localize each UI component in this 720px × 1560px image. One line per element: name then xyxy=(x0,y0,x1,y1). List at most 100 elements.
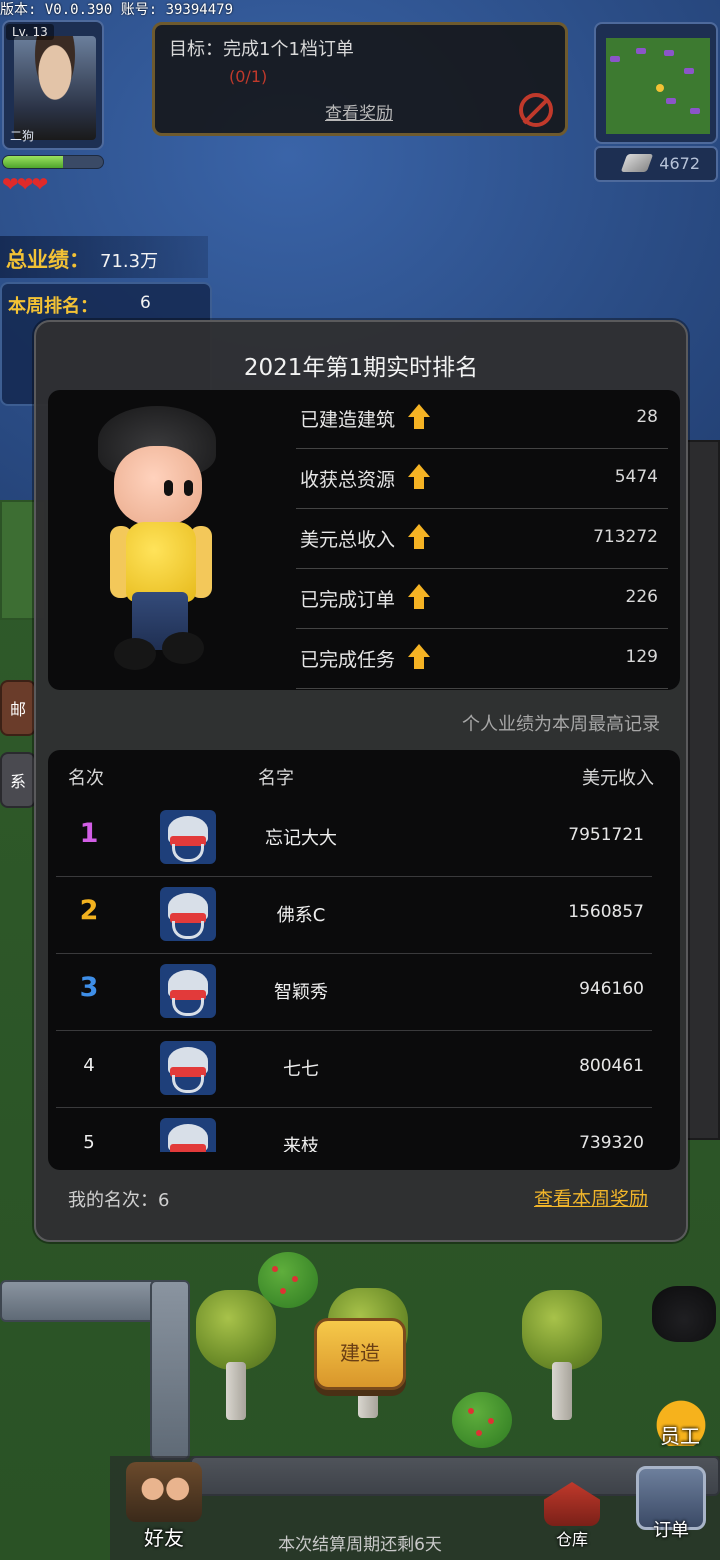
player-income: 1560857 xyxy=(568,902,644,922)
stat-value: 129 xyxy=(625,647,658,667)
column-header-rank: 名次 xyxy=(68,768,104,789)
build-button[interactable]: 建造 xyxy=(314,1318,406,1390)
character-head xyxy=(114,446,202,526)
ranking-modal: 2021年第1期实时排名 已建造建筑 28 收获总资源 5474 美元总收入 7… xyxy=(34,320,688,1242)
stat-row-income: 美元总收入 713272 xyxy=(296,510,668,569)
column-header-name: 名字 xyxy=(258,768,294,789)
minimap[interactable] xyxy=(594,22,718,144)
berry-bush xyxy=(258,1252,318,1308)
stat-value: 713272 xyxy=(593,527,658,547)
player-income: 739320 xyxy=(579,1133,644,1152)
warehouse-icon xyxy=(544,1482,600,1526)
currency-value: 4672 xyxy=(659,154,700,173)
system-button[interactable]: 系 xyxy=(0,752,36,808)
rank-number: 3 xyxy=(79,972,99,1003)
berry-bush xyxy=(452,1392,512,1448)
minimap-marker xyxy=(664,50,674,56)
week-rank-label: 本周排名： xyxy=(8,296,98,317)
player-marker-icon xyxy=(656,84,664,92)
table-row[interactable]: 3 智颖秀 946160 xyxy=(56,954,652,1031)
rank-number: 5 xyxy=(83,1132,95,1152)
minimap-marker xyxy=(690,108,700,114)
player-avatar[interactable]: Lv. 13 二狗 xyxy=(2,20,104,150)
total-performance: 总业绩： 71.3万 xyxy=(0,236,208,278)
personal-stats-card: 已建造建筑 28 收获总资源 5474 美元总收入 713272 已完成订单 2… xyxy=(48,390,680,690)
stat-label: 已完成任务 xyxy=(300,649,396,671)
character-shoe xyxy=(162,632,204,664)
ninja-avatar-icon xyxy=(160,964,216,1018)
energy-fill xyxy=(3,156,63,168)
up-arrow-icon xyxy=(408,404,430,430)
stat-label: 已完成订单 xyxy=(300,589,396,611)
stat-label: 已建造建筑 xyxy=(300,409,396,431)
minimap-marker xyxy=(666,98,676,104)
ninja-avatar-icon xyxy=(160,810,216,864)
up-arrow-icon xyxy=(408,584,430,610)
coal-pile xyxy=(652,1286,716,1342)
player-income: 946160 xyxy=(579,979,644,999)
stat-row-resources: 收获总资源 5474 xyxy=(296,450,668,509)
table-row[interactable]: 2 佛系C 1560857 xyxy=(56,877,652,954)
character-shoe xyxy=(114,638,156,670)
player-name: 佛系C xyxy=(276,905,326,926)
stat-row-buildings: 已建造建筑 28 xyxy=(296,390,668,449)
character-eye xyxy=(164,480,173,496)
stat-label: 美元总收入 xyxy=(300,529,396,551)
view-week-reward-link[interactable]: 查看本周奖励 xyxy=(534,1184,648,1211)
stat-row-tasks: 已完成任务 129 xyxy=(296,630,668,689)
ninja-avatar-icon xyxy=(160,887,216,941)
ranking-table: 名次 名字 美元收入 1 忘记大大 7951721 2 佛系C 1560857 … xyxy=(48,750,680,1170)
stat-value: 5474 xyxy=(614,467,658,487)
minimap-marker xyxy=(684,68,694,74)
modal-title: 2021年第1期实时排名 xyxy=(243,355,479,381)
rank-number: 4 xyxy=(83,1055,95,1076)
week-rank-value: 6 xyxy=(140,293,151,313)
player-character xyxy=(96,406,226,682)
character-eye xyxy=(184,480,193,496)
character-shirt xyxy=(126,522,196,602)
ninja-avatar-icon xyxy=(160,1118,216,1152)
version-account-line: 版本: V0.0.390 账号: 39394479 xyxy=(0,2,234,18)
personal-record-note: 个人业绩为本周最高记录 xyxy=(462,714,660,735)
view-reward-link[interactable]: 查看奖励 xyxy=(325,99,393,124)
mail-button[interactable]: 邮 xyxy=(0,680,36,736)
goal-title: 目标：完成1个1档订单 xyxy=(169,39,354,60)
goal-progress: (0/1) xyxy=(229,67,268,86)
tree xyxy=(522,1290,602,1430)
total-performance-label: 总业绩： xyxy=(6,248,90,272)
table-row[interactable]: 4 七七 800461 xyxy=(56,1031,652,1108)
ranking-list[interactable]: 1 忘记大大 7951721 2 佛系C 1560857 3 智颖秀 94616… xyxy=(56,800,652,1152)
friends-icon xyxy=(126,1462,202,1522)
prohibited-icon[interactable] xyxy=(519,93,553,127)
player-portrait xyxy=(14,36,96,140)
rank-number: 2 xyxy=(79,895,99,926)
player-level: Lv. 13 xyxy=(6,24,54,40)
stat-value: 226 xyxy=(625,587,658,607)
staff-button[interactable]: 员工 xyxy=(650,1420,710,1449)
player-name: 智颖秀 xyxy=(274,982,328,1003)
player-name: 来枝 xyxy=(283,1136,319,1152)
rank-number: 1 xyxy=(79,818,99,849)
cash-icon xyxy=(620,154,654,172)
table-row[interactable]: 1 忘记大大 7951721 xyxy=(56,800,652,877)
stone-wall xyxy=(150,1280,190,1460)
total-performance-value: 71.3万 xyxy=(100,251,159,272)
minimap-marker xyxy=(636,48,646,54)
ninja-avatar-icon xyxy=(160,1041,216,1095)
player-name: 忘记大大 xyxy=(265,828,337,849)
goal-panel: 目标：完成1个1档订单 (0/1) 查看奖励 xyxy=(152,22,568,136)
currency-box: 4672 xyxy=(594,146,718,182)
stat-label: 收获总资源 xyxy=(300,469,396,491)
settlement-period-text: 本次结算周期还剩6天 xyxy=(278,1535,442,1555)
tree xyxy=(196,1290,276,1430)
hearts-icon: ❤❤❤ xyxy=(2,172,48,196)
minimap-view xyxy=(606,38,710,134)
stat-value: 28 xyxy=(636,407,658,427)
column-header-income: 美元收入 xyxy=(582,768,654,789)
stat-row-orders: 已完成订单 226 xyxy=(296,570,668,629)
up-arrow-icon xyxy=(408,464,430,490)
table-row[interactable]: 5 来枝 739320 xyxy=(56,1108,652,1152)
up-arrow-icon xyxy=(408,524,430,550)
building-strip xyxy=(686,440,720,1140)
player-income: 800461 xyxy=(579,1056,644,1076)
